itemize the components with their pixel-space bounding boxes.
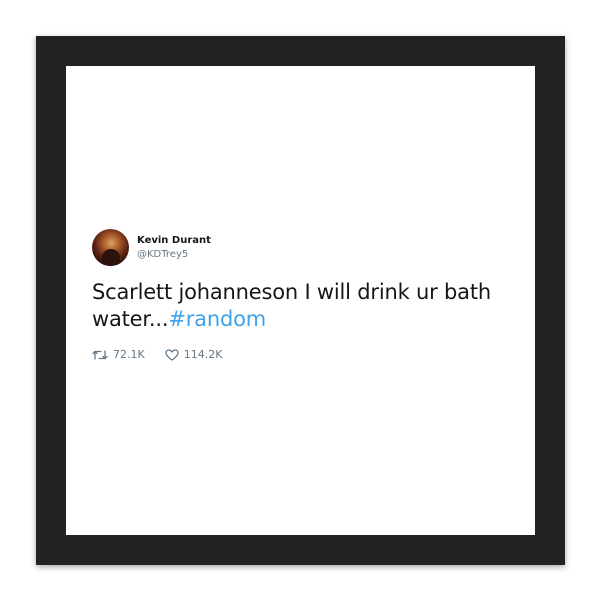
- tweet-stats: 72.1K 114.2K: [92, 348, 512, 361]
- frame-mat: Kevin Durant @KDTrey5 Scarlett johanneso…: [66, 66, 535, 535]
- retweet-stat: 72.1K: [92, 348, 145, 361]
- retweet-count: 72.1K: [113, 348, 145, 361]
- display-name: Kevin Durant: [137, 234, 211, 246]
- like-stat: 114.2K: [165, 348, 223, 361]
- retweet-icon: [92, 349, 113, 361]
- author-block: Kevin Durant @KDTrey5: [137, 235, 211, 261]
- tweet-body: Scarlett johanneson I will drink ur bath…: [92, 280, 491, 331]
- avatar: [92, 229, 129, 266]
- user-handle: @KDTrey5: [137, 248, 189, 260]
- picture-frame: Kevin Durant @KDTrey5 Scarlett johanneso…: [36, 36, 565, 565]
- tweet-card: Kevin Durant @KDTrey5 Scarlett johanneso…: [92, 229, 512, 361]
- like-count: 114.2K: [183, 348, 223, 361]
- hashtag-link: #random: [168, 307, 266, 331]
- tweet-header: Kevin Durant @KDTrey5: [92, 229, 512, 266]
- tweet-text: Scarlett johanneson I will drink ur bath…: [92, 279, 512, 333]
- heart-icon: [165, 348, 184, 361]
